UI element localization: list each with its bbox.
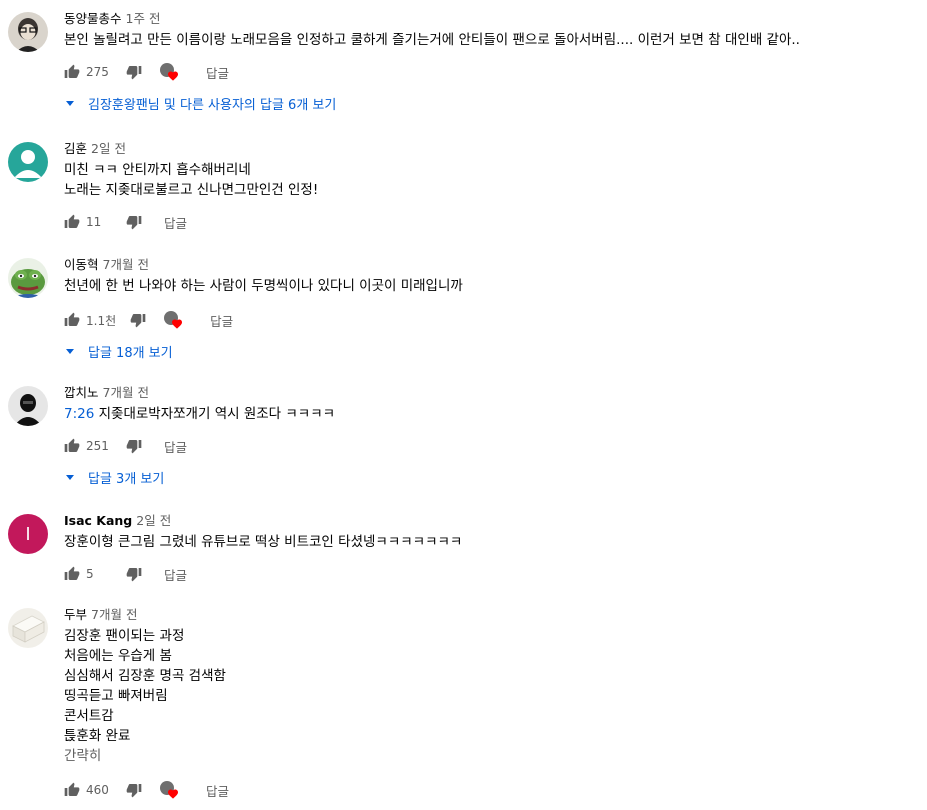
comment-text: 본인 놀릴려고 만든 이름이랑 노래모음을 인정하고 쿨하게 즐기는거에 안티들… — [64, 30, 917, 50]
reply-button[interactable]: 답글 — [164, 565, 187, 584]
dislike-icon[interactable] — [130, 312, 146, 328]
like-icon[interactable] — [64, 566, 80, 582]
like-icon[interactable] — [64, 214, 80, 230]
comment-toolbar: 460 답글 — [64, 778, 917, 802]
author-name[interactable]: Isac Kang — [64, 513, 132, 528]
comment-line: 김장훈 팬이되는 과정 — [64, 628, 185, 644]
dislike-icon[interactable] — [126, 566, 142, 582]
comment-time[interactable]: 7개월 전 — [91, 607, 137, 622]
avatar[interactable] — [8, 608, 48, 648]
avatar[interactable]: I — [8, 514, 48, 554]
caret-down-icon — [66, 475, 74, 480]
view-replies-label: 답글 18개 보기 — [88, 346, 173, 361]
dislike-icon[interactable] — [126, 64, 142, 80]
reply-button[interactable]: 답글 — [164, 437, 187, 456]
comment-text: 김장훈 팬이되는 과정 처음에는 우습게 봄 심심해서 김장훈 명곡 검색함 띵… — [64, 626, 917, 766]
comment-text: 천년에 한 번 나와야 하는 사람이 두명씩이나 있다니 이곳이 미래입니까 — [64, 276, 917, 296]
like-icon[interactable] — [64, 782, 80, 798]
comment-time[interactable]: 2일 전 — [136, 513, 171, 528]
comment-toolbar: 251 답글 — [64, 434, 917, 458]
comment-header: 동양물총수 1주 전 — [64, 10, 917, 28]
reply-button[interactable]: 답글 — [206, 781, 229, 800]
comment-line: 장훈이형 큰그림 그렸네 유튜브로 떡상 비트코인 타셨넹ㅋㅋㅋㅋㅋㅋㅋ — [64, 534, 463, 550]
like-count: 11 — [86, 215, 102, 229]
creator-heart-icon — [162, 309, 184, 331]
caret-down-icon — [66, 101, 74, 106]
comment-line: 천년에 한 번 나와야 하는 사람이 두명씩이나 있다니 이곳이 미래입니까 — [64, 278, 463, 294]
avatar[interactable] — [8, 386, 48, 426]
comment-line: 띵곡듣고 빠져버림 — [64, 688, 168, 704]
avatar[interactable] — [8, 142, 48, 182]
like-icon[interactable] — [64, 438, 80, 454]
comment-text: 7:26 지좆대로박자쪼개기 역시 원조다 ㅋㅋㅋㅋ — [64, 404, 917, 424]
avatar[interactable] — [8, 258, 48, 298]
reply-button[interactable]: 답글 — [206, 63, 229, 82]
comment-line: 심심해서 김장훈 명곡 검색함 — [64, 668, 226, 684]
comment-text: 미친 ㅋㅋ 안티까지 흡수해버리네 노래는 지좆대로불르고 신나면그만인건 인정… — [64, 160, 917, 200]
reply-button[interactable]: 답글 — [164, 213, 187, 232]
comment-line: 본인 놀릴려고 만든 이름이랑 노래모음을 인정하고 쿨하게 즐기는거에 안티들… — [64, 32, 800, 48]
comment-line: 노래는 지좆대로불르고 신나면그만인건 인정! — [64, 182, 319, 198]
author-name[interactable]: 깝치노 — [64, 385, 99, 400]
comment-header: 두부 7개월 전 — [64, 606, 917, 624]
like-icon[interactable] — [64, 64, 80, 80]
view-replies-label: 답글 3개 보기 — [88, 472, 165, 487]
like-count: 5 — [86, 567, 94, 581]
author-name[interactable]: 김훈 — [64, 141, 87, 156]
comment-line: 지좆대로박자쪼개기 역시 원조다 ㅋㅋㅋㅋ — [94, 406, 336, 422]
creator-heart-icon — [158, 779, 180, 801]
comment-time[interactable]: 2일 전 — [91, 141, 126, 156]
like-count: 1.1천 — [86, 313, 117, 328]
comment-toolbar: 11 답글 — [64, 210, 917, 234]
comment-header: 깝치노 7개월 전 — [64, 384, 917, 402]
view-replies-label: 김장훈왕팬님 및 다른 사용자의 답글 6개 보기 — [88, 98, 337, 113]
creator-heart-icon — [158, 61, 180, 83]
comment-time[interactable]: 1주 전 — [126, 11, 161, 26]
video-timestamp-link[interactable]: 7:26 — [64, 406, 94, 422]
comment-toolbar: 275 답글 — [64, 60, 917, 84]
avatar-initial: I — [25, 524, 31, 544]
like-count: 251 — [86, 439, 109, 453]
author-name[interactable]: 두부 — [64, 607, 87, 622]
comment-time[interactable]: 7개월 전 — [103, 257, 149, 272]
comment-toolbar: 5 답글 — [64, 562, 917, 586]
author-name[interactable]: 이동혁 — [64, 257, 99, 272]
comment-header: 이동혁 7개월 전 — [64, 256, 917, 274]
dislike-icon[interactable] — [126, 438, 142, 454]
show-less-button[interactable]: 간략히 — [64, 746, 917, 766]
comment-line: 미친 ㅋㅋ 안티까지 흡수해버리네 — [64, 162, 251, 178]
comment-toolbar: 1.1천 답글 — [64, 308, 917, 332]
avatar[interactable] — [8, 12, 48, 52]
dislike-icon[interactable] — [126, 782, 142, 798]
view-replies-button[interactable]: 김장훈왕팬님 및 다른 사용자의 답글 6개 보기 — [64, 94, 917, 113]
view-replies-button[interactable]: 답글 18개 보기 — [64, 342, 917, 361]
comment-line: 튽훈화 완료 — [64, 728, 131, 744]
comment-line: 처음에는 우습게 봄 — [64, 648, 172, 664]
dislike-icon[interactable] — [126, 214, 142, 230]
view-replies-button[interactable]: 답글 3개 보기 — [64, 468, 917, 487]
comment-header: 김훈 2일 전 — [64, 140, 917, 158]
comment-header: Isac Kang 2일 전 — [64, 512, 917, 530]
like-icon[interactable] — [64, 312, 80, 328]
comment-text: 장훈이형 큰그림 그렸네 유튜브로 떡상 비트코인 타셨넹ㅋㅋㅋㅋㅋㅋㅋ — [64, 532, 917, 552]
comment-time[interactable]: 7개월 전 — [103, 385, 149, 400]
comment-line: 콘서트감 — [64, 708, 114, 724]
reply-button[interactable]: 답글 — [210, 311, 233, 330]
like-count: 275 — [86, 65, 109, 79]
caret-down-icon — [66, 349, 74, 354]
like-count: 460 — [86, 783, 109, 797]
author-name[interactable]: 동양물총수 — [64, 11, 122, 26]
